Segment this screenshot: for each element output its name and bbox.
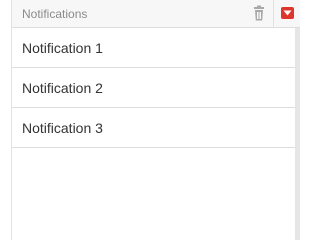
clear-notifications-button[interactable] [251,5,267,22]
panel-title: Notifications [22,7,88,21]
notification-item[interactable]: Notification 2 [12,68,300,108]
notification-label: Notification 2 [22,80,103,96]
notification-label: Notification 3 [22,120,103,136]
header-divider [273,0,274,27]
notification-item[interactable]: Notification 3 [12,108,300,148]
caret-down-icon [283,10,292,16]
notification-label: Notification 1 [22,40,103,56]
dropdown-toggle-button[interactable] [281,7,294,19]
panel-header: Notifications [12,0,300,28]
notification-item[interactable]: Notification 1 [12,28,300,68]
notification-list: Notification 1 Notification 2 Notificati… [12,28,300,148]
notifications-panel: Notifications Notification 1 Notificatio… [11,0,300,240]
scrollbar[interactable] [295,28,300,240]
trash-icon [254,5,264,21]
